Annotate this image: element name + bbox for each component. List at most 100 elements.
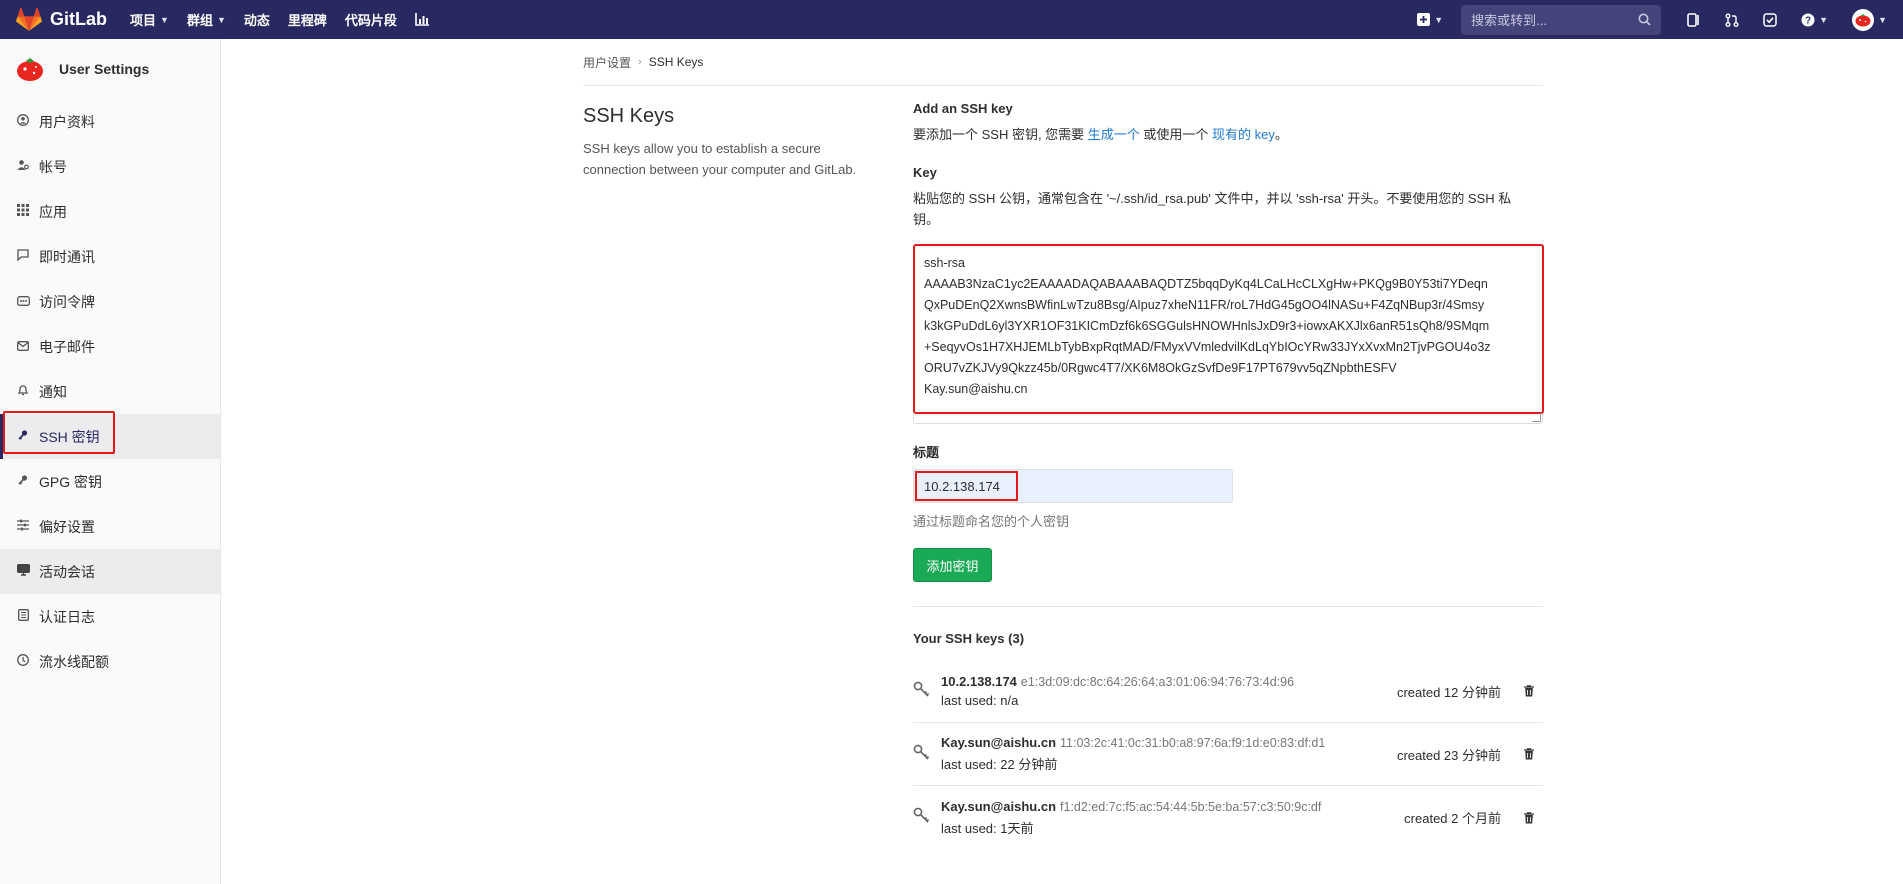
sidebar-item-profile[interactable]: 用户资料 xyxy=(0,99,220,144)
sidebar-item-active-sessions[interactable]: 活动会话 xyxy=(0,549,220,594)
list-item[interactable]: Kay.sun@aishu.cn 11:03:2c:41:0c:31:b0:a8:… xyxy=(913,723,1543,786)
analytics-icon[interactable] xyxy=(415,13,429,26)
list-item[interactable]: Kay.sun@aishu.cn f1:d2:ed:7c:f5:ac:54:44:… xyxy=(913,786,1543,849)
account-icon xyxy=(16,159,30,174)
nav-activity[interactable]: 动态 xyxy=(244,10,270,29)
sidebar-item-label: 偏好设置 xyxy=(39,518,95,535)
ssh-key-form: Add an SSH key 要添加一个 SSH 密钥, 您需要 生成一个 或使… xyxy=(913,101,1544,849)
trash-icon xyxy=(1524,748,1534,760)
sidebar-header[interactable]: User Settings xyxy=(0,39,220,99)
breadcrumb-parent[interactable]: 用户设置 xyxy=(583,54,631,71)
key-fingerprint: e1:3d:09:dc:8c:64:26:64:a3:01:06:94:76:7… xyxy=(1020,675,1295,689)
annotation-highlight-box xyxy=(913,244,1544,414)
key-fingerprint: 11:03:2c:41:0c:31:b0:a8:97:6a:f9:1d:e0:8… xyxy=(1060,736,1326,750)
notification-icon xyxy=(16,384,30,399)
key-title[interactable]: Kay.sun@aishu.cn xyxy=(941,735,1056,750)
nav-snippets-label: 代码片段 xyxy=(344,13,397,28)
add-key-text-suffix: 。 xyxy=(1274,127,1288,142)
plus-square-icon xyxy=(1417,13,1431,26)
search-icon xyxy=(1638,13,1651,26)
chevron-right-icon: › xyxy=(638,56,642,68)
add-key-title: Add an SSH key xyxy=(913,101,1013,116)
breadcrumb-current[interactable]: SSH Keys xyxy=(649,55,704,69)
title-field-help: 通过标题命名您的个人密钥 xyxy=(913,514,1070,529)
sidebar-item-label: 活动会话 xyxy=(39,563,95,580)
list-item[interactable]: 10.2.138.174 e1:3d:09:dc:8c:64:26:64:a3:0… xyxy=(913,660,1543,723)
title-input[interactable]: 10.2.138.174 xyxy=(913,469,1233,503)
settings-sidebar: User Settings 用户资料 帐号 应用 即时通讯 访问令牌 电子邮件 … xyxy=(0,39,221,884)
chevron-down-icon: ▼ xyxy=(1819,14,1829,25)
trash-icon xyxy=(1524,685,1534,697)
sidebar-item-notifications[interactable]: 通知 xyxy=(0,369,220,414)
sidebar-item-preferences[interactable]: 偏好设置 xyxy=(0,504,220,549)
new-dropdown-button[interactable]: ▼ xyxy=(1417,13,1443,26)
key-title[interactable]: Kay.sun@aishu.cn xyxy=(941,799,1056,814)
avatar xyxy=(16,55,44,83)
sidebar-item-label: GPG 密钥 xyxy=(39,473,103,490)
key-textarea[interactable]: ssh-rsa AAAAB3NzaC1yc2EAAAADAQABAAABAQDT… xyxy=(913,244,1544,424)
search-input[interactable]: 搜索或转到... xyxy=(1461,4,1662,35)
sidebar-item-label: 通知 xyxy=(39,383,67,400)
annotation-highlight-box xyxy=(915,471,1018,501)
nav-projects[interactable]: 项目 ▼ xyxy=(130,10,169,29)
nav-snippets[interactable]: 代码片段 xyxy=(345,10,397,29)
chevron-down-icon: ▼ xyxy=(160,14,169,25)
sidebar-item-applications[interactable]: 应用 xyxy=(0,189,220,234)
main-content: 用户设置 › SSH Keys SSH Keys SSH keys allow … xyxy=(583,39,1544,836)
email-icon xyxy=(16,339,30,354)
chevron-down-icon: ▼ xyxy=(1434,14,1444,25)
session-icon xyxy=(16,563,30,579)
sidebar-item-pipeline-quota[interactable]: 流水线配额 xyxy=(0,639,220,684)
todo-icon[interactable] xyxy=(1763,12,1777,27)
applications-icon xyxy=(16,204,30,219)
user-menu[interactable]: ▼ xyxy=(1852,8,1887,31)
key-created: created 23 分钟前 xyxy=(1396,747,1501,763)
sidebar-item-emails[interactable]: 电子邮件 xyxy=(0,324,220,369)
delete-key-button[interactable] xyxy=(1521,811,1537,824)
key-icon xyxy=(913,807,941,828)
delete-key-button[interactable] xyxy=(1521,685,1537,697)
sidebar-title: User Settings xyxy=(59,61,150,77)
key-fingerprint: f1:d2:ed:7c:f5:ac:54:44:5b:5e:ba:57:c3:5… xyxy=(1060,799,1322,814)
key-title[interactable]: 10.2.138.174 xyxy=(941,674,1017,689)
key-created: created 12 分钟前 xyxy=(1396,684,1501,700)
sidebar-item-label: 用户资料 xyxy=(39,113,95,130)
page-intro: SSH Keys SSH keys allow you to establish… xyxy=(583,105,883,180)
sidebar-item-chat[interactable]: 即时通讯 xyxy=(0,234,220,279)
sidebar-item-label: 电子邮件 xyxy=(39,338,95,355)
help-dropdown[interactable]: ? ▼ xyxy=(1801,13,1828,27)
token-icon xyxy=(16,294,30,309)
sidebar-item-access-tokens[interactable]: 访问令牌 xyxy=(0,279,220,324)
key-last-used: last used: n/a xyxy=(941,693,1019,708)
gitlab-home-link[interactable]: GitLab xyxy=(16,7,116,32)
sidebar-item-label: 帐号 xyxy=(39,158,67,175)
profile-icon xyxy=(16,114,30,129)
annotation-highlight-box xyxy=(3,411,115,454)
delete-key-button[interactable] xyxy=(1521,748,1537,760)
nav-groups[interactable]: 群组 ▼ xyxy=(187,10,226,29)
generate-key-link[interactable]: 生成一个 xyxy=(1088,127,1140,142)
sidebar-item-account[interactable]: 帐号 xyxy=(0,144,220,189)
sidebar-item-label: 访问令牌 xyxy=(39,293,95,310)
chevron-down-icon: ▼ xyxy=(216,14,226,25)
existing-key-link[interactable]: 现有的 key xyxy=(1212,127,1275,142)
sidebar-item-gpg-keys[interactable]: GPG 密钥 xyxy=(0,459,220,504)
brand-name: GitLab xyxy=(50,9,107,29)
quota-icon xyxy=(16,654,30,669)
merge-request-icon[interactable] xyxy=(1725,13,1739,27)
add-key-button[interactable]: 添加密钥 xyxy=(913,548,992,582)
add-key-text-middle: 或使用一个 xyxy=(1139,127,1213,142)
sidebar-item-label: 应用 xyxy=(39,203,67,220)
divider xyxy=(913,606,1543,607)
chat-icon xyxy=(16,249,30,264)
log-icon xyxy=(16,609,30,624)
key-last-used: last used: 22 分钟前 xyxy=(941,757,1058,772)
key-created: created 2 个月前 xyxy=(1404,811,1501,826)
issues-icon[interactable] xyxy=(1687,12,1701,27)
sidebar-item-auth-log[interactable]: 认证日志 xyxy=(0,594,220,639)
resize-handle-icon[interactable] xyxy=(1532,413,1541,422)
chevron-down-icon: ▼ xyxy=(1878,14,1887,25)
key-icon xyxy=(16,474,30,489)
breadcrumb: 用户设置 › SSH Keys xyxy=(583,39,1543,86)
nav-milestones[interactable]: 里程碑 xyxy=(288,10,327,29)
